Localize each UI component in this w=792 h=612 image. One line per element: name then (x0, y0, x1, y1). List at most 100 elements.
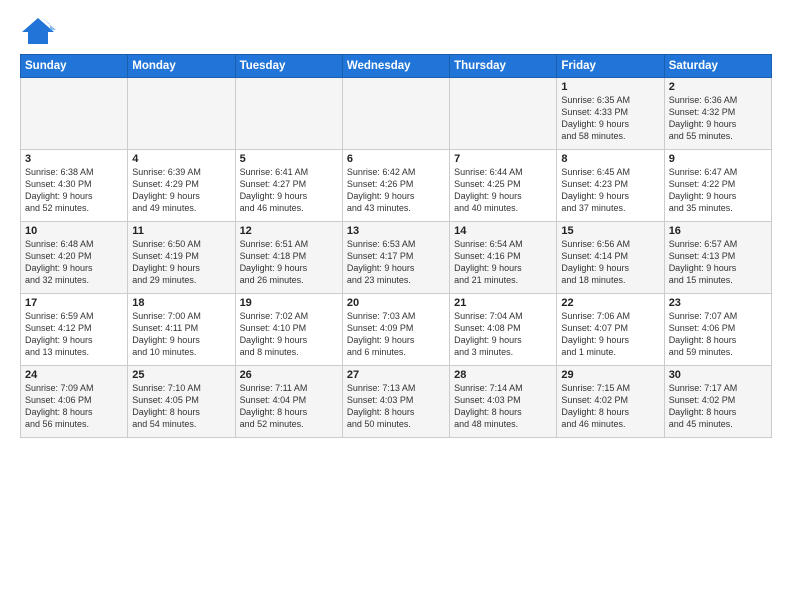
calendar-cell: 18Sunrise: 7:00 AMSunset: 4:11 PMDayligh… (128, 294, 235, 366)
day-info: Sunrise: 7:13 AMSunset: 4:03 PMDaylight:… (347, 382, 445, 431)
week-row-4: 17Sunrise: 6:59 AMSunset: 4:12 PMDayligh… (21, 294, 772, 366)
day-info: Sunrise: 7:11 AMSunset: 4:04 PMDaylight:… (240, 382, 338, 431)
day-info: Sunrise: 7:09 AMSunset: 4:06 PMDaylight:… (25, 382, 123, 431)
day-info: Sunrise: 7:06 AMSunset: 4:07 PMDaylight:… (561, 310, 659, 359)
calendar-cell: 14Sunrise: 6:54 AMSunset: 4:16 PMDayligh… (450, 222, 557, 294)
calendar-cell (450, 78, 557, 150)
calendar-cell (342, 78, 449, 150)
header-cell-monday: Monday (128, 55, 235, 78)
day-info: Sunrise: 6:39 AMSunset: 4:29 PMDaylight:… (132, 166, 230, 215)
calendar-cell: 4Sunrise: 6:39 AMSunset: 4:29 PMDaylight… (128, 150, 235, 222)
calendar-cell: 28Sunrise: 7:14 AMSunset: 4:03 PMDayligh… (450, 366, 557, 438)
calendar-cell: 2Sunrise: 6:36 AMSunset: 4:32 PMDaylight… (664, 78, 771, 150)
day-number: 14 (454, 225, 552, 237)
calendar-cell: 8Sunrise: 6:45 AMSunset: 4:23 PMDaylight… (557, 150, 664, 222)
day-info: Sunrise: 7:00 AMSunset: 4:11 PMDaylight:… (132, 310, 230, 359)
day-number: 9 (669, 153, 767, 165)
day-number: 12 (240, 225, 338, 237)
calendar-cell: 15Sunrise: 6:56 AMSunset: 4:14 PMDayligh… (557, 222, 664, 294)
day-number: 20 (347, 297, 445, 309)
day-number: 8 (561, 153, 659, 165)
calendar-cell: 7Sunrise: 6:44 AMSunset: 4:25 PMDaylight… (450, 150, 557, 222)
calendar-cell: 30Sunrise: 7:17 AMSunset: 4:02 PMDayligh… (664, 366, 771, 438)
day-number: 24 (25, 369, 123, 381)
logo-icon (20, 16, 56, 46)
day-info: Sunrise: 7:14 AMSunset: 4:03 PMDaylight:… (454, 382, 552, 431)
calendar-cell: 19Sunrise: 7:02 AMSunset: 4:10 PMDayligh… (235, 294, 342, 366)
calendar-cell: 10Sunrise: 6:48 AMSunset: 4:20 PMDayligh… (21, 222, 128, 294)
header-cell-friday: Friday (557, 55, 664, 78)
day-number: 27 (347, 369, 445, 381)
day-info: Sunrise: 6:56 AMSunset: 4:14 PMDaylight:… (561, 238, 659, 287)
day-number: 19 (240, 297, 338, 309)
day-number: 10 (25, 225, 123, 237)
calendar-cell: 17Sunrise: 6:59 AMSunset: 4:12 PMDayligh… (21, 294, 128, 366)
week-row-3: 10Sunrise: 6:48 AMSunset: 4:20 PMDayligh… (21, 222, 772, 294)
day-number: 3 (25, 153, 123, 165)
calendar-cell: 21Sunrise: 7:04 AMSunset: 4:08 PMDayligh… (450, 294, 557, 366)
week-row-5: 24Sunrise: 7:09 AMSunset: 4:06 PMDayligh… (21, 366, 772, 438)
day-number: 25 (132, 369, 230, 381)
day-info: Sunrise: 6:42 AMSunset: 4:26 PMDaylight:… (347, 166, 445, 215)
day-info: Sunrise: 7:15 AMSunset: 4:02 PMDaylight:… (561, 382, 659, 431)
day-number: 7 (454, 153, 552, 165)
day-number: 17 (25, 297, 123, 309)
calendar-cell: 26Sunrise: 7:11 AMSunset: 4:04 PMDayligh… (235, 366, 342, 438)
day-info: Sunrise: 6:50 AMSunset: 4:19 PMDaylight:… (132, 238, 230, 287)
day-number: 6 (347, 153, 445, 165)
header-cell-tuesday: Tuesday (235, 55, 342, 78)
header-row: SundayMondayTuesdayWednesdayThursdayFrid… (21, 55, 772, 78)
day-info: Sunrise: 7:03 AMSunset: 4:09 PMDaylight:… (347, 310, 445, 359)
day-info: Sunrise: 6:36 AMSunset: 4:32 PMDaylight:… (669, 94, 767, 143)
day-number: 21 (454, 297, 552, 309)
day-info: Sunrise: 6:57 AMSunset: 4:13 PMDaylight:… (669, 238, 767, 287)
calendar-cell: 20Sunrise: 7:03 AMSunset: 4:09 PMDayligh… (342, 294, 449, 366)
day-number: 16 (669, 225, 767, 237)
day-number: 22 (561, 297, 659, 309)
day-info: Sunrise: 7:07 AMSunset: 4:06 PMDaylight:… (669, 310, 767, 359)
calendar-cell: 12Sunrise: 6:51 AMSunset: 4:18 PMDayligh… (235, 222, 342, 294)
calendar-cell (21, 78, 128, 150)
calendar-cell (128, 78, 235, 150)
day-number: 15 (561, 225, 659, 237)
calendar-cell: 11Sunrise: 6:50 AMSunset: 4:19 PMDayligh… (128, 222, 235, 294)
day-info: Sunrise: 7:17 AMSunset: 4:02 PMDaylight:… (669, 382, 767, 431)
day-number: 11 (132, 225, 230, 237)
day-number: 23 (669, 297, 767, 309)
day-info: Sunrise: 7:02 AMSunset: 4:10 PMDaylight:… (240, 310, 338, 359)
day-info: Sunrise: 6:41 AMSunset: 4:27 PMDaylight:… (240, 166, 338, 215)
calendar-cell: 9Sunrise: 6:47 AMSunset: 4:22 PMDaylight… (664, 150, 771, 222)
day-info: Sunrise: 7:10 AMSunset: 4:05 PMDaylight:… (132, 382, 230, 431)
header (20, 16, 772, 46)
day-info: Sunrise: 6:53 AMSunset: 4:17 PMDaylight:… (347, 238, 445, 287)
day-number: 18 (132, 297, 230, 309)
day-number: 30 (669, 369, 767, 381)
day-info: Sunrise: 6:35 AMSunset: 4:33 PMDaylight:… (561, 94, 659, 143)
day-info: Sunrise: 6:47 AMSunset: 4:22 PMDaylight:… (669, 166, 767, 215)
calendar-table: SundayMondayTuesdayWednesdayThursdayFrid… (20, 54, 772, 438)
week-row-1: 1Sunrise: 6:35 AMSunset: 4:33 PMDaylight… (21, 78, 772, 150)
calendar-cell: 24Sunrise: 7:09 AMSunset: 4:06 PMDayligh… (21, 366, 128, 438)
calendar-cell: 13Sunrise: 6:53 AMSunset: 4:17 PMDayligh… (342, 222, 449, 294)
day-number: 2 (669, 81, 767, 93)
calendar-cell: 1Sunrise: 6:35 AMSunset: 4:33 PMDaylight… (557, 78, 664, 150)
day-info: Sunrise: 6:51 AMSunset: 4:18 PMDaylight:… (240, 238, 338, 287)
calendar-cell: 25Sunrise: 7:10 AMSunset: 4:05 PMDayligh… (128, 366, 235, 438)
week-row-2: 3Sunrise: 6:38 AMSunset: 4:30 PMDaylight… (21, 150, 772, 222)
day-number: 28 (454, 369, 552, 381)
calendar-cell (235, 78, 342, 150)
day-info: Sunrise: 6:54 AMSunset: 4:16 PMDaylight:… (454, 238, 552, 287)
day-info: Sunrise: 6:45 AMSunset: 4:23 PMDaylight:… (561, 166, 659, 215)
day-number: 13 (347, 225, 445, 237)
header-cell-sunday: Sunday (21, 55, 128, 78)
calendar-cell: 27Sunrise: 7:13 AMSunset: 4:03 PMDayligh… (342, 366, 449, 438)
calendar-cell: 23Sunrise: 7:07 AMSunset: 4:06 PMDayligh… (664, 294, 771, 366)
header-cell-saturday: Saturday (664, 55, 771, 78)
calendar-cell: 5Sunrise: 6:41 AMSunset: 4:27 PMDaylight… (235, 150, 342, 222)
day-info: Sunrise: 6:59 AMSunset: 4:12 PMDaylight:… (25, 310, 123, 359)
calendar-cell: 16Sunrise: 6:57 AMSunset: 4:13 PMDayligh… (664, 222, 771, 294)
calendar-cell: 29Sunrise: 7:15 AMSunset: 4:02 PMDayligh… (557, 366, 664, 438)
day-number: 29 (561, 369, 659, 381)
header-cell-wednesday: Wednesday (342, 55, 449, 78)
header-cell-thursday: Thursday (450, 55, 557, 78)
